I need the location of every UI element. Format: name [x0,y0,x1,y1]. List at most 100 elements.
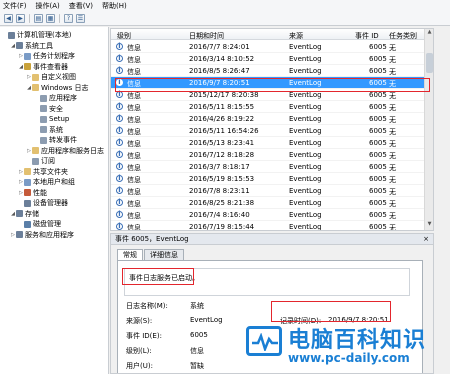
table-row[interactable]: i 信息 2016/8/25 8:21:38 EventLog 6005 无 [111,197,433,209]
source-label: 来源(S): [126,317,153,325]
tree-item-label: 安全 [49,104,63,113]
detail-title: 事件 6005，EventLog [111,234,433,245]
info-icon: i [116,151,123,158]
tree-item[interactable]: ◢ 系统工具 [10,41,53,51]
event-list-scrollbar[interactable]: ▲ ▼ [424,29,433,230]
table-row[interactable]: i 信息 2016/7/12 8:18:28 EventLog 6005 无 [111,149,433,161]
tree-item[interactable]: 转发事件 [34,135,77,145]
folder-icon[interactable]: ▤ [34,14,43,23]
tree-item-label: Setup [49,115,70,123]
table-row[interactable]: i 信息 2016/7/4 8:16:40 EventLog 6005 无 [111,209,433,221]
tree-item[interactable]: ◢ Windows 日志 [26,83,88,93]
forward-icon[interactable]: ▶ [16,14,25,23]
cell-source: EventLog [289,115,322,123]
cell-task: 无 [389,140,396,148]
table-row[interactable]: i 信息 2016/5/11 8:15:55 EventLog 6005 无 [111,101,433,113]
cell-id: 6005 [369,43,387,51]
tree-item[interactable]: 磁盘管理 [18,219,61,229]
cell-source: EventLog [289,67,322,75]
cell-task: 无 [389,44,396,52]
event-message-box: 事件日志服务已启动。 [124,268,410,296]
grid-icon[interactable]: ▦ [46,14,55,23]
tree-node-icon [32,157,39,165]
tree-item[interactable]: ◢ 存储 [10,209,39,219]
tree-node-icon [16,42,23,49]
cell-id: 6005 [369,163,387,171]
column-date[interactable]: 日期和时间 [189,31,224,41]
tree-item[interactable]: ▷ 自定义视图 [26,72,76,82]
tree-node-icon [24,52,31,60]
scroll-up-icon[interactable]: ▲ [425,29,433,38]
help-icon[interactable]: ? [64,14,73,23]
info-icon: i [116,223,123,230]
tree-item-label: 共享文件夹 [33,167,68,176]
back-icon[interactable]: ◀ [4,14,13,23]
menu-file[interactable]: 文件(F) [3,1,27,11]
tree-item-label: 应用程序和服务日志 [41,146,104,155]
tree-item[interactable]: ▷ 共享文件夹 [18,167,68,177]
cell-date: 2016/7/7 8:24:01 [189,43,250,51]
cell-id: 6005 [369,67,387,75]
scroll-thumb[interactable] [426,53,433,73]
cell-date: 2016/8/5 8:26:47 [189,67,250,75]
cell-level: 信息 [127,152,141,160]
tree-item[interactable]: 安全 [34,104,63,114]
column-level[interactable]: 级别 [117,31,131,41]
tree-item[interactable]: 订阅 [26,156,55,166]
tree-item-label: 磁盘管理 [33,220,61,228]
cell-task: 无 [389,200,396,208]
tree-item[interactable]: ▷ 任务计划程序 [18,51,75,61]
list-icon[interactable]: ☰ [76,14,85,23]
cell-id: 6005 [369,175,387,183]
info-icon: i [116,163,123,170]
cell-task: 无 [389,128,396,136]
table-row[interactable]: i 信息 2016/5/11 16:54:26 EventLog 6005 无 [111,125,433,137]
table-row[interactable]: i 信息 2016/4/26 8:19:22 EventLog 6005 无 [111,113,433,125]
table-row[interactable]: i 信息 2016/3/7 8:18:17 EventLog 6005 无 [111,161,433,173]
table-row[interactable]: i 信息 2016/5/19 8:15:53 EventLog 6005 无 [111,173,433,185]
tree-item[interactable]: ▷ 本地用户和组 [18,177,75,187]
tree-item[interactable]: 设备管理器 [18,198,68,208]
cell-id: 6005 [369,115,387,123]
cell-task: 无 [389,68,396,76]
column-task[interactable]: 任务类别 [389,31,417,41]
tree-item[interactable]: Setup [34,114,69,124]
table-row[interactable]: i 信息 2016/7/7 8:24:01 EventLog 6005 无 [111,41,433,53]
tree-node-icon [8,31,15,39]
info-icon: i [116,139,123,146]
tab-details[interactable]: 详细信息 [144,249,184,260]
column-event-id[interactable]: 事件 ID [355,31,379,41]
tree-item[interactable]: ▷ 应用程序和服务日志 [26,146,104,156]
table-row[interactable]: i 信息 2016/7/8 8:23:11 EventLog 6005 无 [111,185,433,197]
menu-action[interactable]: 操作(A) [36,1,60,11]
tree-item[interactable]: 应用程序 [34,93,77,103]
tree-node-icon [32,84,39,91]
tree-item[interactable]: 计算机管理(本地) [2,30,71,40]
tree-item[interactable]: ▷ 服务和应用程序 [10,230,74,240]
watermark-url: www.pc-daily.com [288,351,410,365]
tree-item[interactable]: ◢ 事件查看器 [18,62,68,72]
cell-level: 信息 [127,200,141,208]
menu-bar: 文件(F) 操作(A) 查看(V) 帮助(H) [0,0,450,12]
table-row[interactable]: i 信息 2016/7/19 8:15:44 EventLog 6005 无 [111,221,433,230]
cell-date: 2016/3/7 8:18:17 [189,163,250,171]
close-icon[interactable]: × [423,234,429,245]
menu-help[interactable]: 帮助(H) [102,1,127,11]
column-source[interactable]: 来源 [289,31,303,41]
info-icon: i [116,115,123,122]
tree-item[interactable]: 系统 [34,125,63,135]
info-icon: i [116,55,123,62]
scroll-down-icon[interactable]: ▼ [425,221,433,230]
table-row[interactable]: i 信息 2015/12/17 8:20:38 EventLog 6005 无 [111,89,433,101]
table-row[interactable]: i 信息 2016/9/7 8:20:51 EventLog 6005 无 [111,77,433,89]
menu-view[interactable]: 查看(V) [69,1,93,11]
tree-node-icon [16,210,23,217]
tree-item-label: 自定义视图 [41,73,76,81]
table-row[interactable]: i 信息 2016/3/14 8:10:52 EventLog 6005 无 [111,53,433,65]
tree-item-label: 系统工具 [25,41,53,50]
table-row[interactable]: i 信息 2016/8/5 8:26:47 EventLog 6005 无 [111,65,433,77]
tree-item-label: 服务和应用程序 [25,230,74,239]
table-row[interactable]: i 信息 2016/5/13 8:23:41 EventLog 6005 无 [111,137,433,149]
event-id-value: 6005 [190,331,208,339]
tree-item[interactable]: ▷ 性能 [18,188,47,198]
